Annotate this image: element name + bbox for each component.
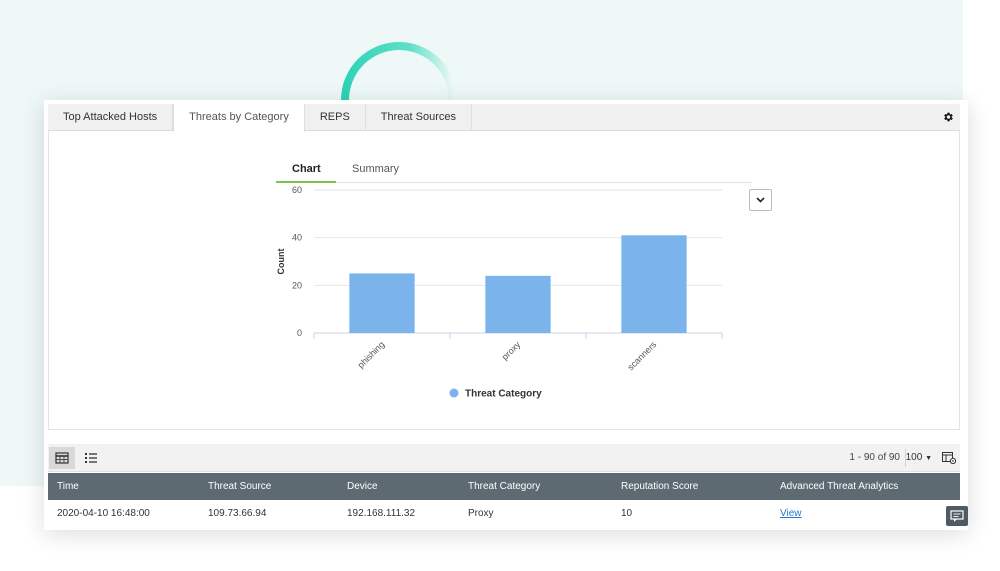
results-grid: 1 - 90 of 90 100 ▼ Time Threat Source De… — [48, 444, 960, 530]
caret-down-icon: ▼ — [925, 455, 932, 462]
tab-reps[interactable]: REPS — [305, 104, 366, 131]
cell-time: 2020-04-10 16:48:00 — [57, 508, 150, 519]
grid-view-button[interactable] — [49, 447, 75, 469]
legend-marker — [449, 388, 459, 398]
legend-label: Threat Category — [465, 389, 542, 400]
dashboard-card: Top Attacked Hosts Threats by Category R… — [44, 100, 968, 530]
gear-icon[interactable] — [942, 111, 954, 123]
tab-threat-sources[interactable]: Threat Sources — [366, 104, 472, 131]
view-analytics-link[interactable]: View — [780, 500, 802, 527]
tab-threats-by-category[interactable]: Threats by Category — [173, 104, 305, 132]
chart-panel: Chart Summary 0 20 40 60 Count phishing proxy s… — [48, 131, 960, 430]
bar — [485, 275, 551, 333]
list-icon — [85, 453, 97, 463]
chat-button[interactable] — [946, 506, 968, 526]
column-header-reputation-score[interactable]: Reputation Score — [621, 473, 698, 500]
y-tick-label: 0 — [297, 328, 302, 338]
bar-chart: 0 20 40 60 Count phishing proxy scanners Threat … — [276, 185, 723, 400]
cell-device: 192.168.111.32 — [347, 508, 416, 519]
pagination-info: 1 - 90 of 90 — [849, 452, 900, 463]
y-axis-label: Count — [276, 249, 286, 275]
rows-per-page-value: 100 — [905, 452, 923, 463]
column-header-threat-category[interactable]: Threat Category — [468, 473, 540, 500]
x-tick-label: phishing — [356, 339, 387, 370]
column-chooser-icon[interactable] — [942, 452, 956, 464]
tab-bar: Top Attacked Hosts Threats by Category R… — [48, 104, 960, 132]
list-view-button[interactable] — [78, 447, 104, 469]
rows-per-page-select[interactable]: 100 ▼ — [906, 452, 932, 463]
table-header: Time Threat Source Device Threat Categor… — [48, 473, 960, 500]
table-icon — [55, 452, 69, 464]
chat-icon — [950, 510, 964, 522]
column-header-time[interactable]: Time — [57, 473, 79, 500]
cell-reputation-score: 10 — [621, 508, 633, 519]
table-row: 2020-04-10 16:48:00 109.73.66.94 192.168… — [48, 500, 960, 527]
cell-threat-category: Proxy — [468, 508, 494, 519]
cell-threat-source: 109.73.66.94 — [208, 508, 267, 519]
bar — [621, 235, 687, 333]
y-tick-label: 20 — [292, 280, 302, 290]
bar — [349, 273, 415, 333]
grid-toolbar: 1 - 90 of 90 100 ▼ — [48, 444, 960, 472]
tab-top-attacked-hosts[interactable]: Top Attacked Hosts — [48, 104, 174, 131]
y-tick-label: 60 — [292, 185, 302, 195]
y-tick-label: 40 — [292, 233, 302, 243]
column-header-advanced-threat-analytics[interactable]: Advanced Threat Analytics — [780, 473, 898, 500]
x-tick-label: proxy — [500, 339, 523, 362]
column-header-device[interactable]: Device — [347, 473, 378, 500]
x-tick-label: scanners — [626, 339, 659, 372]
column-header-threat-source[interactable]: Threat Source — [208, 473, 271, 500]
